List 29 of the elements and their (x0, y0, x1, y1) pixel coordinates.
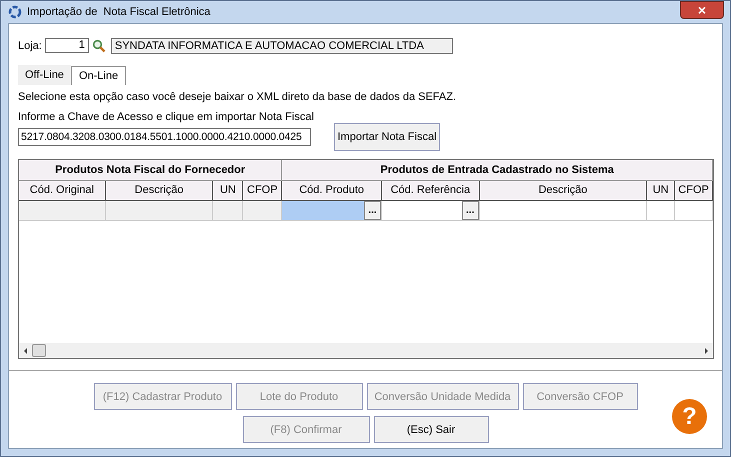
table-cell[interactable] (213, 201, 244, 221)
table-cell[interactable] (675, 201, 713, 221)
table-cell[interactable] (480, 201, 648, 221)
scroll-left-icon[interactable] (22, 346, 30, 354)
scroll-thumb[interactable] (32, 344, 46, 357)
description-text: Selecione esta opção caso você deseje baixar o XML direto da base de dados da SEFAZ. (18, 91, 458, 103)
tab[interactable]: On-Line (70, 66, 126, 85)
store-name-field: SYNDATA INFORMATICA E AUTOMACAO COMERCIAL LTDA (110, 38, 453, 54)
store-code-field[interactable]: 1 (44, 38, 89, 53)
scroll-right-icon[interactable] (702, 346, 710, 354)
close-button[interactable]: × (680, 1, 724, 19)
lookup-button[interactable]: ... (364, 201, 381, 220)
action-button[interactable]: (Esc) Sair (374, 416, 488, 443)
horizontal-scrollbar[interactable] (19, 343, 713, 358)
store-label: Loja: (18, 40, 42, 52)
access-key-field[interactable]: 5217.0804.3208.0300.0184.5501.1000.0000.4210.0000.0425 (18, 128, 311, 146)
import-button[interactable]: Importar Nota Fiscal (334, 123, 440, 151)
tab[interactable]: Off-Line (18, 65, 71, 85)
table-cell[interactable] (243, 201, 282, 221)
lookup-button[interactable]: ... (462, 201, 479, 220)
access-key-label: Informe a Chave de Acesso e clique em importar Nota Fiscal (18, 111, 315, 123)
table-cell[interactable]: ... (282, 201, 382, 221)
search-icon[interactable] (92, 38, 106, 52)
table-cell[interactable]: ... (382, 201, 480, 221)
app-icon (8, 5, 22, 19)
table-cell[interactable] (106, 201, 214, 221)
table-cell[interactable] (647, 201, 676, 221)
window-title: Importação de Nota Fiscal Eletrônica (27, 6, 210, 18)
table-cell[interactable] (19, 201, 106, 221)
